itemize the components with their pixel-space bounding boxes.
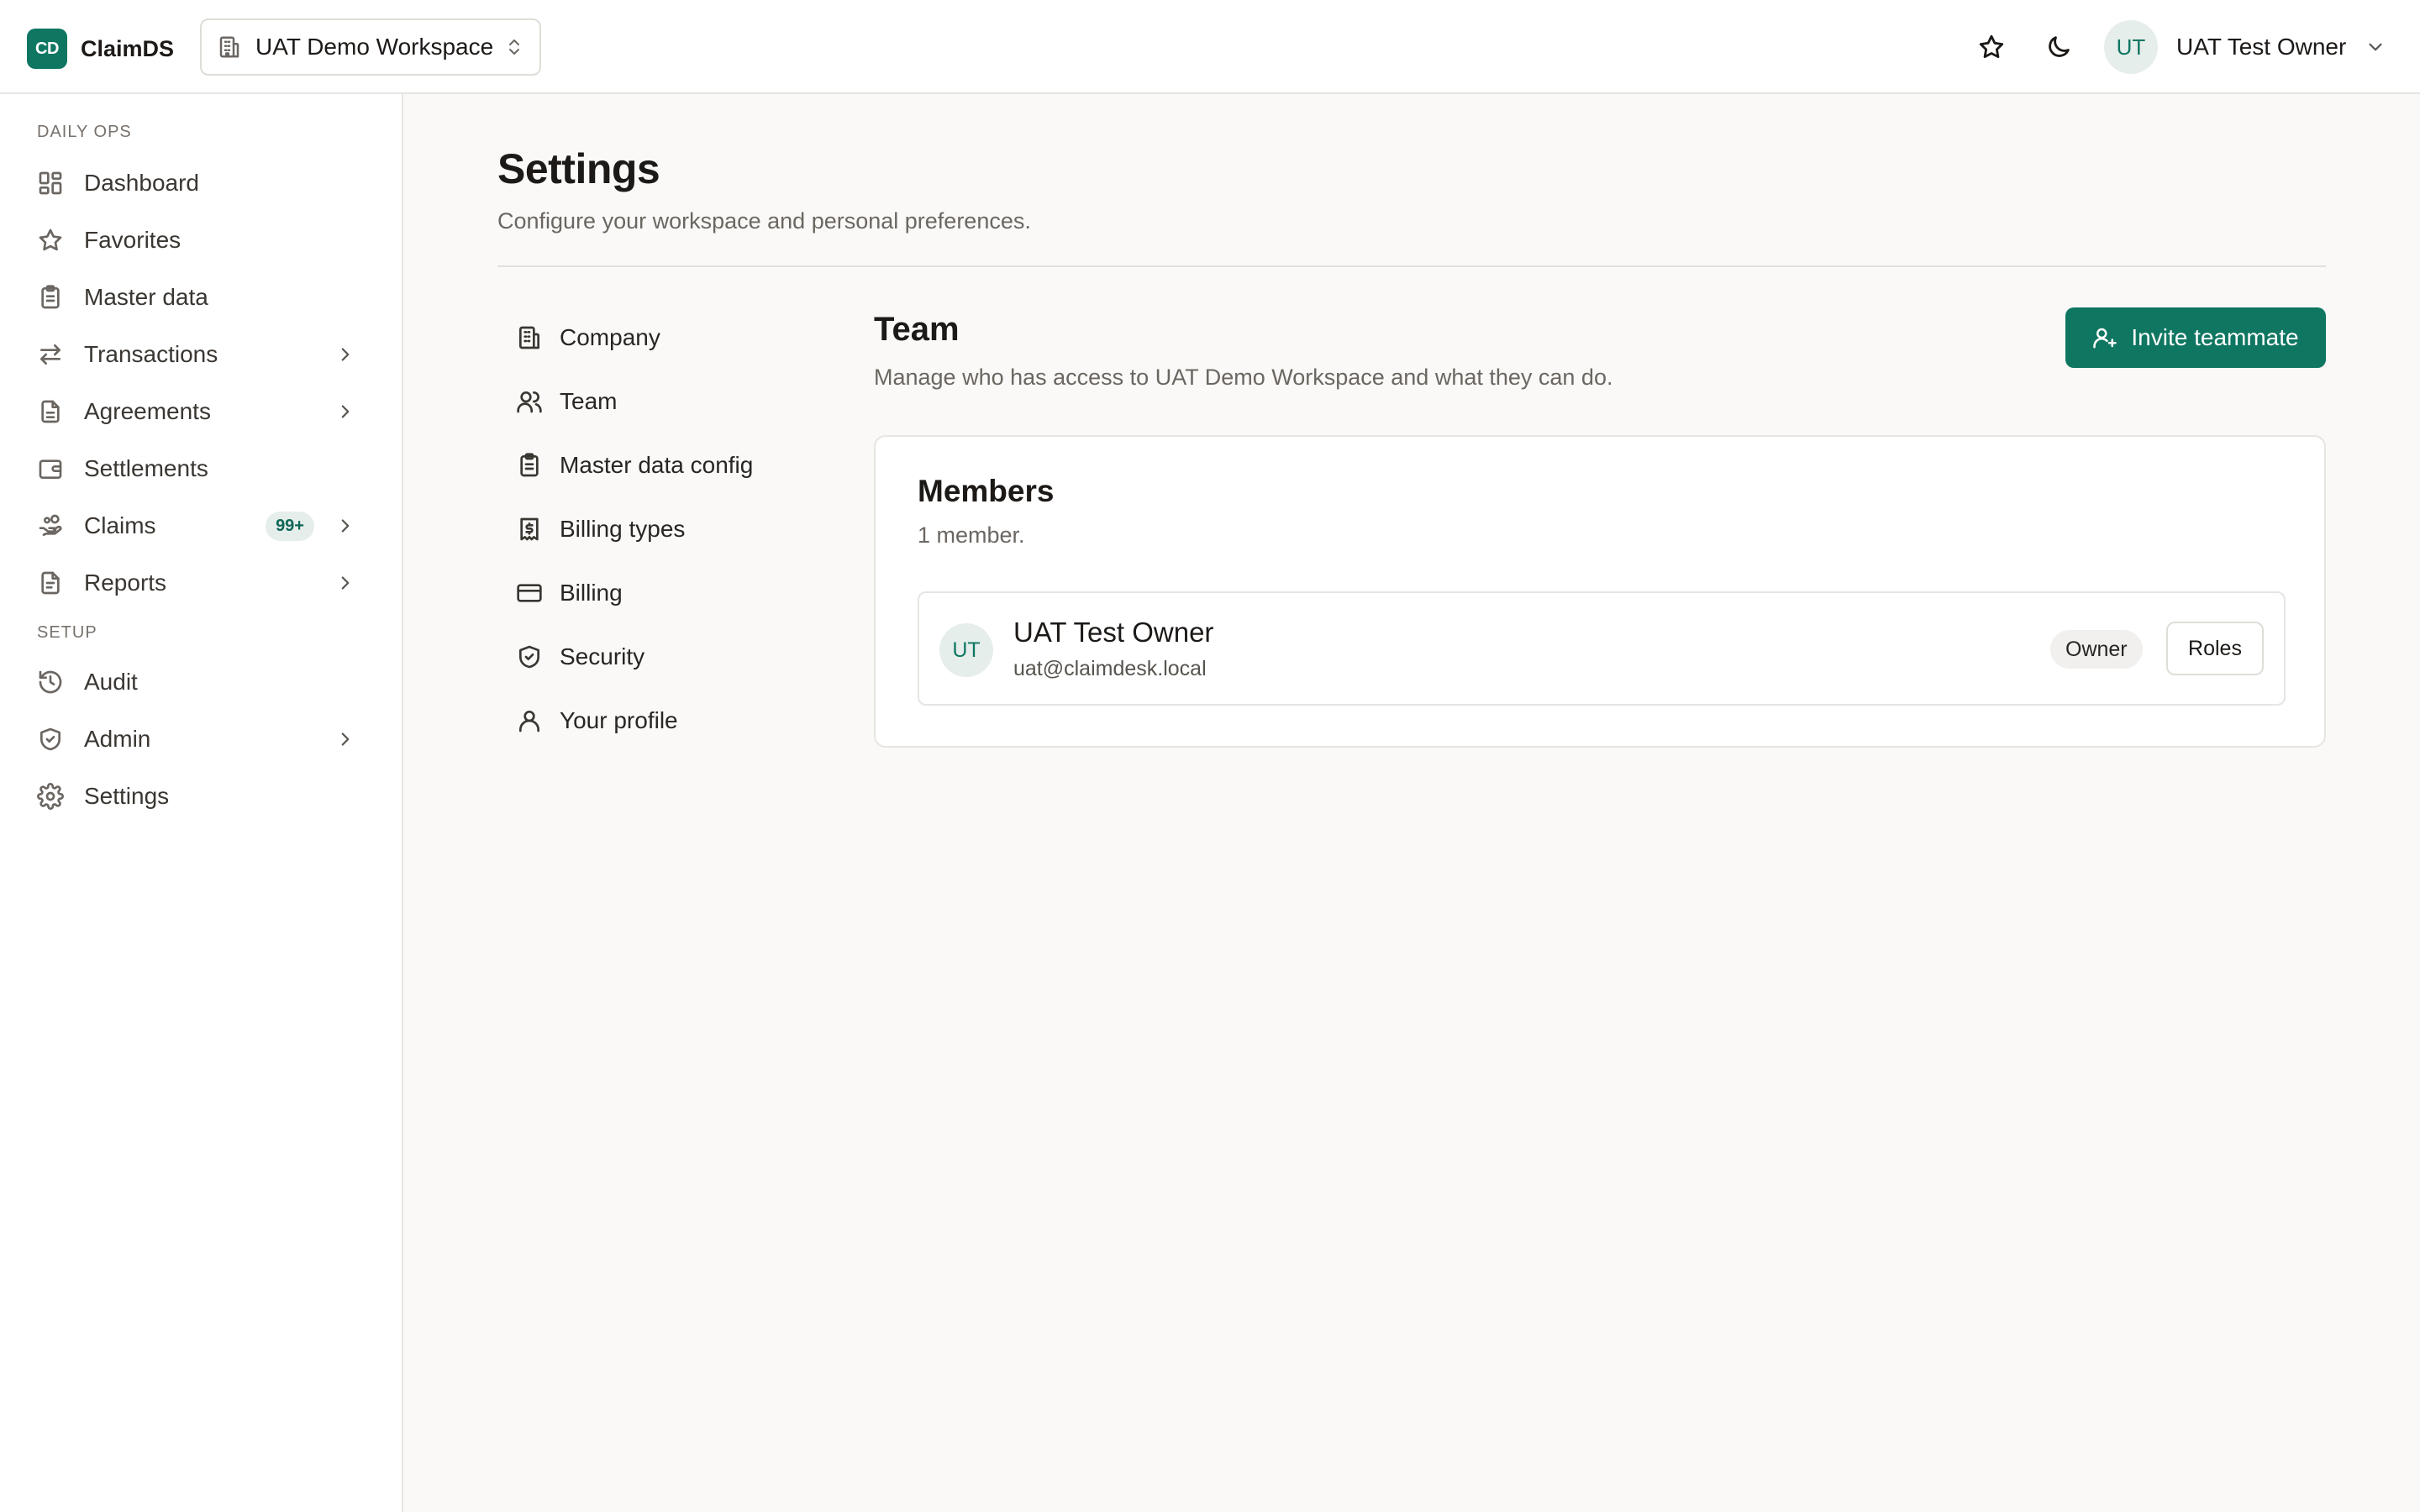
- user-plus-icon: [2093, 328, 2118, 349]
- settings-nav-label: Security: [560, 643, 645, 669]
- settings-nav-label: Billing types: [560, 516, 686, 542]
- arrows-left-right-icon: [40, 344, 60, 365]
- sidebar-item-dashboard[interactable]: Dashboard: [20, 158, 376, 208]
- settings-nav-billing-types[interactable]: Billing types: [511, 502, 847, 556]
- sidebar-item-master-data[interactable]: Master data: [20, 272, 376, 323]
- workspace-switcher[interactable]: UAT Demo Workspace: [200, 18, 541, 76]
- user-icon: [519, 711, 539, 732]
- member-count: 1 member.: [918, 522, 1025, 548]
- sidebar-item-label: Agreements: [84, 398, 211, 424]
- sidebar-item-settlements[interactable]: Settlements: [20, 444, 376, 494]
- theme-toggle-button[interactable]: [2039, 27, 2079, 67]
- sidebar-item-admin[interactable]: Admin: [20, 714, 376, 764]
- history-icon: [39, 670, 62, 694]
- shield-check-icon: [519, 645, 539, 669]
- sidebar-item-settings[interactable]: Settings: [20, 771, 376, 822]
- app-name: ClaimDS: [81, 36, 175, 61]
- user-menu[interactable]: UT UAT Test Owner: [2104, 20, 2390, 74]
- member-email: uat@claimdesk.local: [1013, 657, 1207, 680]
- sidebar-item-label: Reports: [84, 570, 167, 596]
- divider: [497, 265, 2326, 267]
- settings-nav-label: Company: [560, 324, 660, 350]
- members-card: Members 1 member. UT UAT Test Owner uat@…: [874, 435, 2326, 748]
- sidebar-item-reports[interactable]: Reports: [20, 558, 376, 608]
- section-title: Team: [874, 311, 960, 348]
- star-icon: [39, 228, 62, 251]
- shield-icon: [40, 727, 60, 751]
- claims-count-badge: 99+: [266, 511, 314, 541]
- sidebar-item-agreements[interactable]: Agreements: [20, 386, 376, 437]
- member-row: UT UAT Test Owner uat@claimdesk.local Ow…: [918, 591, 2286, 706]
- sidebar-item-label: Settlements: [84, 455, 208, 481]
- sidebar-item-label: Admin: [84, 726, 151, 752]
- sidebar-item-label: Transactions: [84, 341, 218, 367]
- section-description: Manage who has access to UAT Demo Worksp…: [874, 365, 1613, 390]
- page-title: Settings: [497, 145, 660, 192]
- wallet-icon: [39, 459, 62, 479]
- sidebar-section-label: Daily ops: [37, 123, 132, 141]
- building-icon: [219, 36, 239, 58]
- clipboard-icon: [520, 453, 539, 477]
- sidebar-item-audit[interactable]: Audit: [20, 657, 376, 707]
- hand-coins-icon: [39, 514, 62, 536]
- chevrons-up-down-icon: [509, 39, 519, 55]
- document-icon: [41, 400, 60, 423]
- settings-nav-billing[interactable]: Billing: [511, 566, 847, 620]
- roles-button[interactable]: Roles: [2166, 622, 2264, 675]
- settings-nav-label: Master data config: [560, 452, 754, 478]
- avatar: UT: [2104, 20, 2158, 74]
- chevron-right-icon: [341, 348, 350, 361]
- moon-icon: [2049, 36, 2070, 57]
- star-icon: [1979, 34, 2004, 59]
- settings-nav-company[interactable]: Company: [511, 311, 847, 365]
- sidebar-item-label: Settings: [84, 783, 170, 809]
- settings-nav-label: Team: [560, 388, 618, 414]
- receipt-icon: [520, 517, 539, 541]
- workspace-name: UAT Demo Workspace: [255, 34, 494, 60]
- settings-nav-your-profile[interactable]: Your profile: [511, 694, 847, 748]
- chevron-down-icon: [2369, 43, 2382, 51]
- sidebar-item-label: Master data: [84, 284, 208, 310]
- gear-icon: [37, 783, 64, 810]
- settings-nav-label: Billing: [560, 580, 623, 606]
- settings-nav-team[interactable]: Team: [511, 375, 847, 428]
- chevron-right-icon: [341, 405, 350, 418]
- report-icon: [41, 571, 60, 595]
- sidebar-item-favorites[interactable]: Favorites: [20, 215, 376, 265]
- settings-nav-security[interactable]: Security: [511, 630, 847, 684]
- sidebar-section-label: Setup: [37, 623, 97, 642]
- chevron-right-icon: [341, 732, 350, 746]
- dashboard-icon: [39, 171, 62, 195]
- avatar: UT: [939, 623, 993, 677]
- member-name: UAT Test Owner: [1013, 617, 1214, 648]
- sidebar-item-label: Favorites: [84, 227, 182, 253]
- role-badge: Owner: [2050, 630, 2143, 669]
- users-icon: [517, 391, 542, 413]
- chevron-right-icon: [341, 519, 350, 533]
- credit-card-icon: [517, 584, 542, 602]
- building-icon: [519, 326, 539, 349]
- top-bar: CD ClaimDS UAT Demo Workspace UT UAT Tes…: [0, 0, 2420, 94]
- page-subtitle: Configure your workspace and personal pr…: [497, 208, 1031, 234]
- sidebar-item-label: Claims: [84, 512, 156, 538]
- app-logo[interactable]: CD: [27, 29, 67, 69]
- user-name: UAT Test Owner: [2176, 34, 2347, 60]
- card-title: Members: [918, 474, 1055, 508]
- sidebar-item-transactions[interactable]: Transactions: [20, 329, 376, 380]
- sidebar: Daily ops Dashboard Favorites Master dat…: [0, 94, 403, 1512]
- chevron-right-icon: [341, 576, 350, 590]
- settings-nav-master-data-config[interactable]: Master data config: [511, 438, 847, 492]
- sidebar-item-label: Dashboard: [84, 170, 199, 196]
- favorites-button[interactable]: [1971, 27, 2012, 67]
- clipboard-icon: [41, 285, 60, 309]
- settings-nav-label: Your profile: [560, 707, 678, 733]
- invite-teammate-button[interactable]: Invite teammate: [2065, 307, 2326, 368]
- invite-button-label: Invite teammate: [2131, 324, 2299, 350]
- sidebar-item-label: Audit: [84, 669, 138, 695]
- sidebar-item-claims[interactable]: Claims 99+: [20, 501, 376, 551]
